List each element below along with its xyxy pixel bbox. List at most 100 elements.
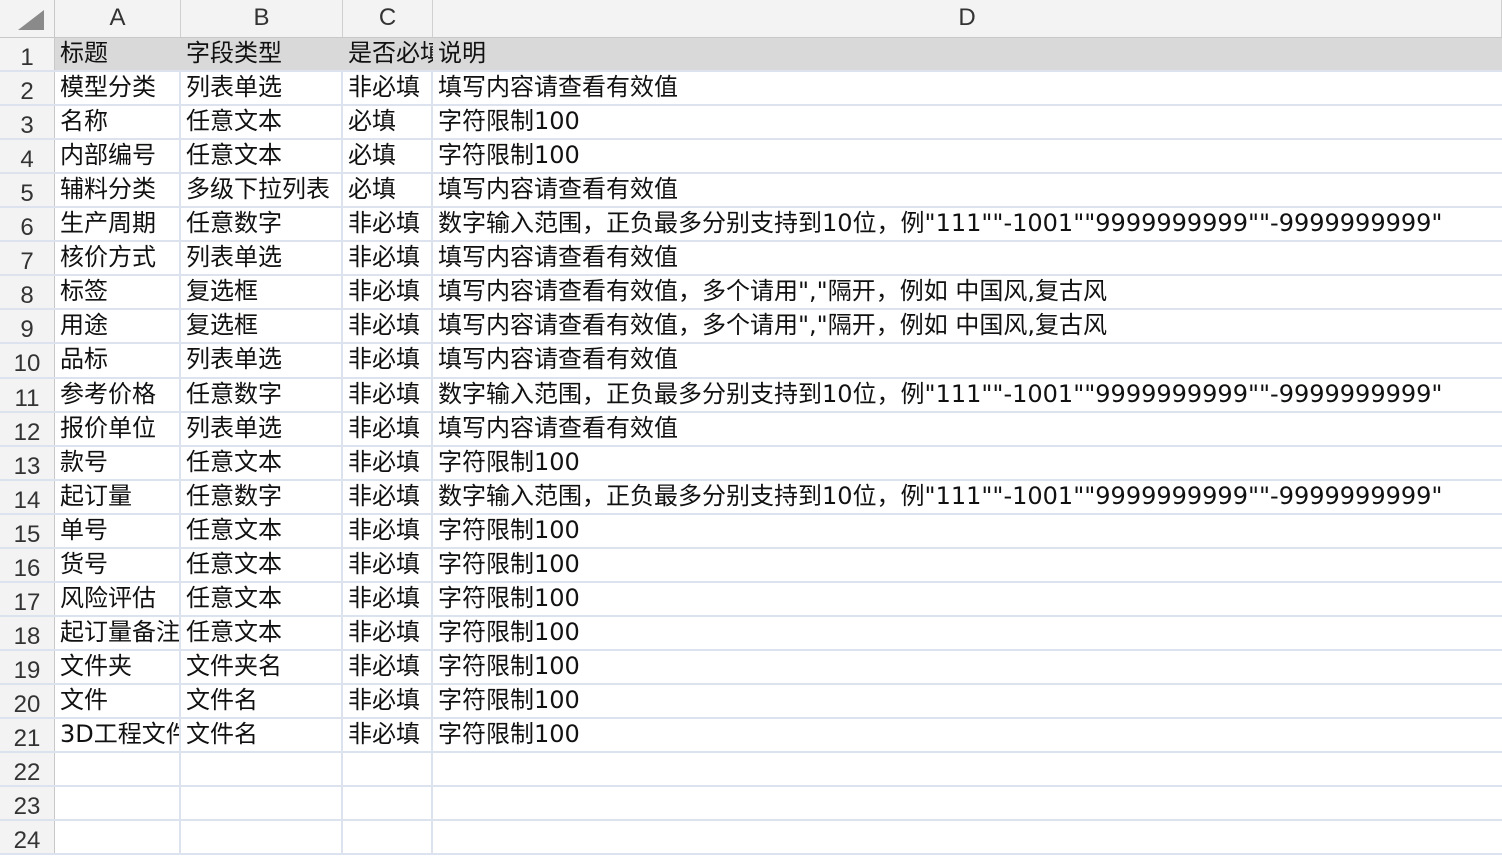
cell-b14[interactable]: 任意数字 <box>181 481 343 513</box>
cell-c11[interactable]: 非必填 <box>343 379 433 411</box>
cell-c24[interactable] <box>343 821 433 853</box>
row-header[interactable]: 13 <box>0 447 55 480</box>
row-header[interactable]: 9 <box>0 310 55 343</box>
cell-c15[interactable]: 非必填 <box>343 515 433 547</box>
cell-b21[interactable]: 文件名 <box>181 719 343 751</box>
cell-d9[interactable]: 填写内容请查看有效值，多个请用","隔开，例如 中国风,复古风 <box>433 310 1502 342</box>
cell-a17[interactable]: 风险评估 <box>55 583 181 615</box>
cell-d8[interactable]: 填写内容请查看有效值，多个请用","隔开，例如 中国风,复古风 <box>433 276 1502 308</box>
row-header[interactable]: 11 <box>0 379 55 412</box>
cell-b8[interactable]: 复选框 <box>181 276 343 308</box>
cell-d17[interactable]: 字符限制100 <box>433 583 1502 615</box>
cell-c16[interactable]: 非必填 <box>343 549 433 581</box>
row-header[interactable]: 19 <box>0 651 55 684</box>
cell-a3[interactable]: 名称 <box>55 106 181 138</box>
row-header[interactable]: 15 <box>0 515 55 548</box>
cell-d5[interactable]: 填写内容请查看有效值 <box>433 174 1502 206</box>
cell-c23[interactable] <box>343 787 433 819</box>
row-header[interactable]: 1 <box>0 38 55 71</box>
cell-d14[interactable]: 数字输入范围，正负最多分别支持到10位，例"111""-1001""999999… <box>433 481 1502 513</box>
cell-c1[interactable]: 是否必填 <box>343 38 433 70</box>
cell-a1[interactable]: 标题 <box>55 38 181 70</box>
row-header[interactable]: 16 <box>0 549 55 582</box>
cell-c21[interactable]: 非必填 <box>343 719 433 751</box>
cell-d21[interactable]: 字符限制100 <box>433 719 1502 751</box>
cell-c8[interactable]: 非必填 <box>343 276 433 308</box>
row-header[interactable]: 5 <box>0 174 55 207</box>
cell-a9[interactable]: 用途 <box>55 310 181 342</box>
cell-c2[interactable]: 非必填 <box>343 72 433 104</box>
row-header[interactable]: 17 <box>0 583 55 616</box>
cell-c22[interactable] <box>343 753 433 785</box>
cell-d3[interactable]: 字符限制100 <box>433 106 1502 138</box>
row-header[interactable]: 4 <box>0 140 55 173</box>
cell-b2[interactable]: 列表单选 <box>181 72 343 104</box>
cell-d10[interactable]: 填写内容请查看有效值 <box>433 344 1502 377</box>
cell-d22[interactable] <box>433 753 1502 785</box>
cell-b16[interactable]: 任意文本 <box>181 549 343 581</box>
cell-a24[interactable] <box>55 821 181 853</box>
cell-c10[interactable]: 非必填 <box>343 344 433 377</box>
cell-a11[interactable]: 参考价格 <box>55 379 181 411</box>
cell-c19[interactable]: 非必填 <box>343 651 433 683</box>
column-header-a[interactable]: A <box>55 0 181 37</box>
cell-b20[interactable]: 文件名 <box>181 685 343 717</box>
cell-b4[interactable]: 任意文本 <box>181 140 343 172</box>
cell-a23[interactable] <box>55 787 181 819</box>
row-header[interactable]: 20 <box>0 685 55 718</box>
cell-b10[interactable]: 列表单选 <box>181 344 343 377</box>
cell-b7[interactable]: 列表单选 <box>181 242 343 274</box>
cell-a5[interactable]: 辅料分类 <box>55 174 181 206</box>
cell-a19[interactable]: 文件夹 <box>55 651 181 683</box>
cell-c3[interactable]: 必填 <box>343 106 433 138</box>
cell-a16[interactable]: 货号 <box>55 549 181 581</box>
row-header[interactable]: 18 <box>0 617 55 650</box>
cell-d7[interactable]: 填写内容请查看有效值 <box>433 242 1502 274</box>
column-header-b[interactable]: B <box>181 0 343 37</box>
row-header[interactable]: 21 <box>0 719 55 752</box>
cell-a20[interactable]: 文件 <box>55 685 181 717</box>
cell-a10[interactable]: 品标 <box>55 344 181 377</box>
row-header[interactable]: 8 <box>0 276 55 309</box>
cell-c6[interactable]: 非必填 <box>343 208 433 240</box>
cell-a8[interactable]: 标签 <box>55 276 181 308</box>
row-header[interactable]: 22 <box>0 753 55 786</box>
cell-b6[interactable]: 任意数字 <box>181 208 343 240</box>
cell-a2[interactable]: 模型分类 <box>55 72 181 104</box>
row-header[interactable]: 6 <box>0 208 55 241</box>
row-header[interactable]: 7 <box>0 242 55 275</box>
cell-c5[interactable]: 必填 <box>343 174 433 206</box>
cell-d13[interactable]: 字符限制100 <box>433 447 1502 479</box>
cell-b3[interactable]: 任意文本 <box>181 106 343 138</box>
cell-d1[interactable]: 说明 <box>433 38 1502 70</box>
cell-d24[interactable] <box>433 821 1502 853</box>
cell-d2[interactable]: 填写内容请查看有效值 <box>433 72 1502 104</box>
row-header[interactable]: 14 <box>0 481 55 514</box>
row-header[interactable]: 2 <box>0 72 55 105</box>
cell-c17[interactable]: 非必填 <box>343 583 433 615</box>
cell-d11[interactable]: 数字输入范围，正负最多分别支持到10位，例"111""-1001""999999… <box>433 379 1502 411</box>
cell-c7[interactable]: 非必填 <box>343 242 433 274</box>
cell-a7[interactable]: 核价方式 <box>55 242 181 274</box>
cell-b23[interactable] <box>181 787 343 819</box>
cell-d12[interactable]: 填写内容请查看有效值 <box>433 413 1502 445</box>
cell-a6[interactable]: 生产周期 <box>55 208 181 240</box>
cell-d18[interactable]: 字符限制100 <box>433 617 1502 649</box>
cell-b11[interactable]: 任意数字 <box>181 379 343 411</box>
cell-d15[interactable]: 字符限制100 <box>433 515 1502 547</box>
cell-a22[interactable] <box>55 753 181 785</box>
cell-c14[interactable]: 非必填 <box>343 481 433 513</box>
cell-b15[interactable]: 任意文本 <box>181 515 343 547</box>
cell-c12[interactable]: 非必填 <box>343 413 433 445</box>
cell-a18[interactable]: 起订量备注 <box>55 617 181 649</box>
cell-d6[interactable]: 数字输入范围，正负最多分别支持到10位，例"111""-1001""999999… <box>433 208 1502 240</box>
cell-d19[interactable]: 字符限制100 <box>433 651 1502 683</box>
row-header[interactable]: 12 <box>0 413 55 446</box>
cell-b12[interactable]: 列表单选 <box>181 413 343 445</box>
row-header[interactable]: 10 <box>0 344 55 377</box>
cell-a15[interactable]: 单号 <box>55 515 181 547</box>
cell-a4[interactable]: 内部编号 <box>55 140 181 172</box>
cell-b22[interactable] <box>181 753 343 785</box>
cell-b18[interactable]: 任意文本 <box>181 617 343 649</box>
cell-b9[interactable]: 复选框 <box>181 310 343 342</box>
